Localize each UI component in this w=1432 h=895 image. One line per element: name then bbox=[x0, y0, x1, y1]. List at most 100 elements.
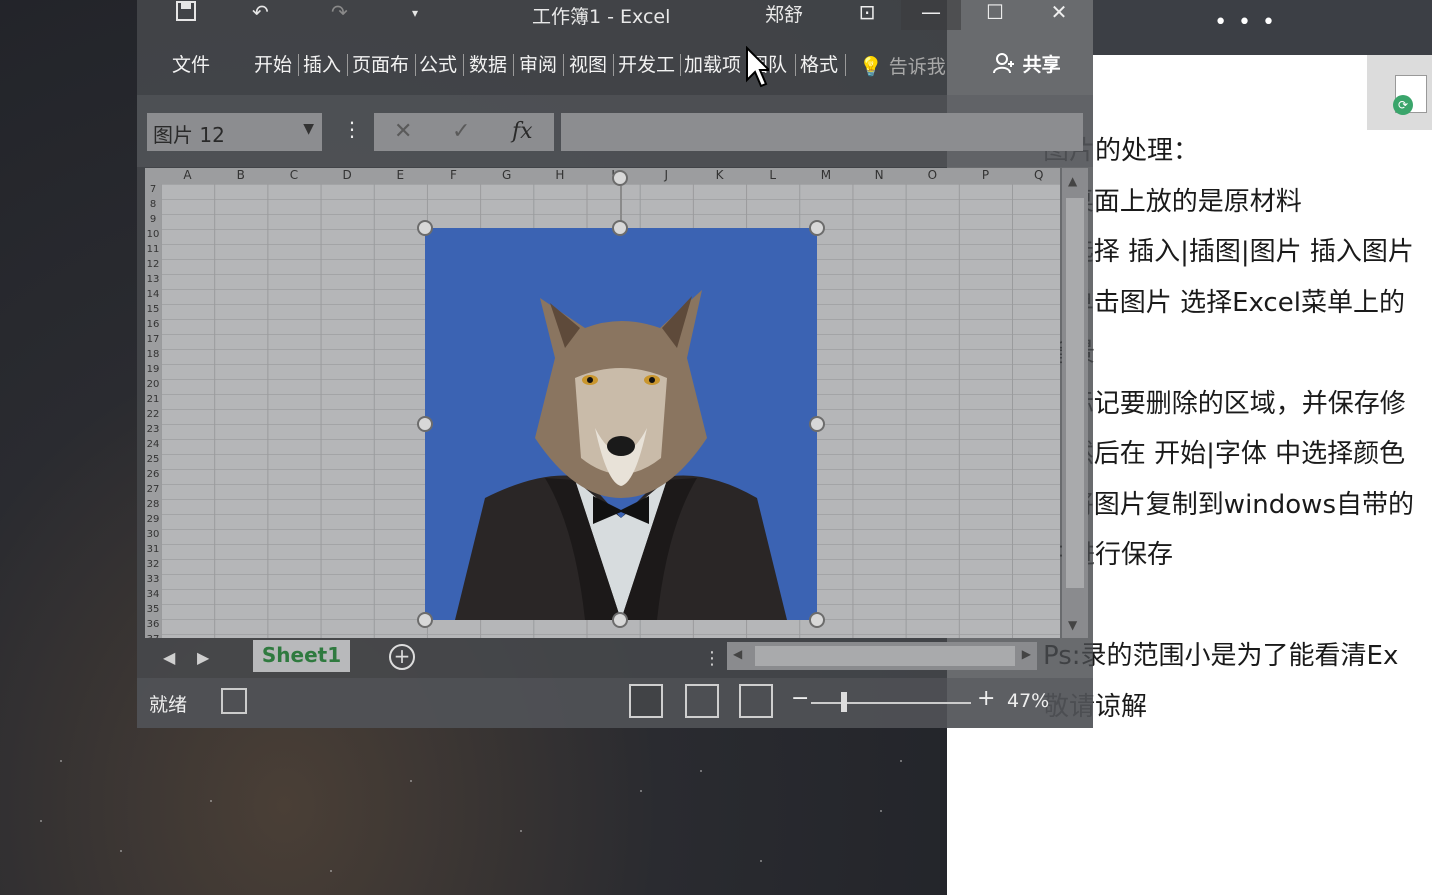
vertical-dots-icon[interactable]: ⋮ bbox=[703, 648, 721, 669]
row-header[interactable]: 14 bbox=[145, 289, 161, 300]
tab-home[interactable]: 开始 bbox=[254, 50, 292, 77]
ribbon-display-icon[interactable]: ⊡ bbox=[837, 0, 897, 30]
column-header[interactable]: E bbox=[374, 168, 427, 182]
column-header[interactable]: O bbox=[906, 168, 959, 182]
maximize-icon[interactable]: ☐ bbox=[965, 0, 1025, 30]
cancel-icon[interactable]: ✕ bbox=[394, 119, 412, 144]
sheet-tab[interactable]: Sheet1 bbox=[253, 640, 350, 672]
scroll-up-icon[interactable]: ▲ bbox=[1068, 174, 1077, 188]
tab-formulas[interactable]: 公式 bbox=[419, 50, 457, 77]
resize-handle[interactable] bbox=[809, 612, 825, 628]
row-header[interactable]: 23 bbox=[145, 424, 161, 435]
row-header[interactable]: 12 bbox=[145, 259, 161, 270]
row-header[interactable]: 32 bbox=[145, 559, 161, 570]
next-sheet-icon[interactable]: ▶ bbox=[197, 648, 209, 667]
macro-record-icon[interactable] bbox=[221, 688, 247, 714]
zoom-level[interactable]: 47% bbox=[1007, 690, 1049, 712]
tab-format[interactable]: 格式 bbox=[800, 50, 838, 77]
chevron-down-icon[interactable]: ▼ bbox=[303, 121, 314, 137]
row-header[interactable]: 30 bbox=[145, 529, 161, 540]
zoom-in-icon[interactable]: + bbox=[977, 686, 995, 711]
column-header[interactable]: H bbox=[533, 168, 586, 182]
vertical-dots-icon[interactable]: ⋮ bbox=[342, 117, 362, 141]
row-header[interactable]: 17 bbox=[145, 334, 161, 345]
formula-input[interactable] bbox=[561, 113, 1083, 151]
resize-handle[interactable] bbox=[417, 220, 433, 236]
row-header[interactable]: 29 bbox=[145, 514, 161, 525]
add-sheet-icon[interactable]: + bbox=[389, 644, 415, 670]
enter-icon[interactable]: ✓ bbox=[452, 119, 470, 144]
resize-handle[interactable] bbox=[417, 416, 433, 432]
share-button[interactable]: 共享 bbox=[992, 50, 1061, 77]
scroll-thumb[interactable] bbox=[1066, 198, 1084, 588]
zoom-out-icon[interactable]: − bbox=[791, 686, 809, 711]
tab-add-ins[interactable]: 加载项 bbox=[684, 50, 741, 77]
row-header[interactable]: 25 bbox=[145, 454, 161, 465]
column-header[interactable]: F bbox=[427, 168, 480, 182]
rotation-handle[interactable] bbox=[612, 170, 628, 186]
tab-review[interactable]: 审阅 bbox=[519, 50, 557, 77]
prev-sheet-icon[interactable]: ◀ bbox=[163, 648, 175, 667]
normal-view-icon[interactable] bbox=[629, 684, 663, 718]
row-header[interactable]: 10 bbox=[145, 229, 161, 240]
insert-function-button[interactable]: fx bbox=[512, 119, 533, 144]
row-header[interactable]: 11 bbox=[145, 244, 161, 255]
tell-me-box[interactable]: 💡 告诉我 bbox=[859, 52, 946, 79]
column-header[interactable]: L bbox=[746, 168, 799, 182]
zoom-slider[interactable] bbox=[811, 702, 971, 704]
column-header[interactable]: G bbox=[480, 168, 533, 182]
row-header[interactable]: 9 bbox=[145, 214, 161, 225]
row-header[interactable]: 16 bbox=[145, 319, 161, 330]
row-header[interactable]: 20 bbox=[145, 379, 161, 390]
scroll-thumb[interactable] bbox=[755, 646, 1015, 666]
redo-icon[interactable]: ↷ bbox=[331, 0, 348, 24]
row-header[interactable]: 31 bbox=[145, 544, 161, 555]
zoom-slider-thumb[interactable] bbox=[841, 692, 847, 712]
resize-handle[interactable] bbox=[809, 220, 825, 236]
notes-thumbnail[interactable]: ⟳ bbox=[1367, 55, 1432, 130]
column-header[interactable]: Q bbox=[1012, 168, 1060, 182]
page-layout-view-icon[interactable] bbox=[685, 684, 719, 718]
column-header[interactable]: C bbox=[267, 168, 320, 182]
row-header[interactable]: 27 bbox=[145, 484, 161, 495]
tab-developer[interactable]: 开发工 bbox=[618, 50, 675, 77]
row-header[interactable]: 21 bbox=[145, 394, 161, 405]
page-break-view-icon[interactable] bbox=[739, 684, 773, 718]
column-header[interactable]: A bbox=[161, 168, 214, 182]
vertical-scrollbar[interactable]: ▲ ▼ bbox=[1062, 168, 1088, 638]
column-header[interactable]: N bbox=[853, 168, 906, 182]
row-header[interactable]: 19 bbox=[145, 364, 161, 375]
resize-handle[interactable] bbox=[417, 612, 433, 628]
row-header[interactable]: 33 bbox=[145, 574, 161, 585]
more-icon[interactable]: • • • bbox=[1214, 10, 1277, 35]
customize-qat-icon[interactable]: ▾ bbox=[412, 6, 418, 20]
column-header[interactable]: D bbox=[321, 168, 374, 182]
column-header[interactable]: M bbox=[799, 168, 852, 182]
column-header[interactable]: K bbox=[693, 168, 746, 182]
row-header[interactable]: 26 bbox=[145, 469, 161, 480]
scroll-right-icon[interactable]: ▶ bbox=[1022, 647, 1031, 661]
row-header[interactable]: 7 bbox=[145, 184, 161, 195]
row-header[interactable]: 24 bbox=[145, 439, 161, 450]
name-box[interactable]: 图片 12 ▼ bbox=[147, 113, 322, 151]
tab-insert[interactable]: 插入 bbox=[303, 50, 341, 77]
row-header[interactable]: 28 bbox=[145, 499, 161, 510]
undo-icon[interactable]: ↶ bbox=[252, 0, 269, 24]
row-header[interactable]: 13 bbox=[145, 274, 161, 285]
save-icon[interactable] bbox=[175, 0, 197, 27]
tab-data[interactable]: 数据 bbox=[469, 50, 507, 77]
column-header[interactable]: B bbox=[214, 168, 267, 182]
user-name[interactable]: 郑舒 bbox=[765, 0, 803, 27]
row-header[interactable]: 36 bbox=[145, 619, 161, 630]
row-header[interactable]: 22 bbox=[145, 409, 161, 420]
resize-handle[interactable] bbox=[612, 220, 628, 236]
horizontal-scrollbar[interactable]: ◀ ▶ bbox=[727, 642, 1037, 670]
wolf-picture[interactable] bbox=[425, 228, 817, 620]
row-header[interactable]: 35 bbox=[145, 604, 161, 615]
tab-file[interactable]: 文件 bbox=[172, 50, 210, 77]
row-header[interactable]: 18 bbox=[145, 349, 161, 360]
tab-page-layout[interactable]: 页面布 bbox=[352, 50, 409, 77]
resize-handle[interactable] bbox=[612, 612, 628, 628]
resize-handle[interactable] bbox=[809, 416, 825, 432]
close-icon[interactable]: ✕ bbox=[1029, 0, 1089, 30]
